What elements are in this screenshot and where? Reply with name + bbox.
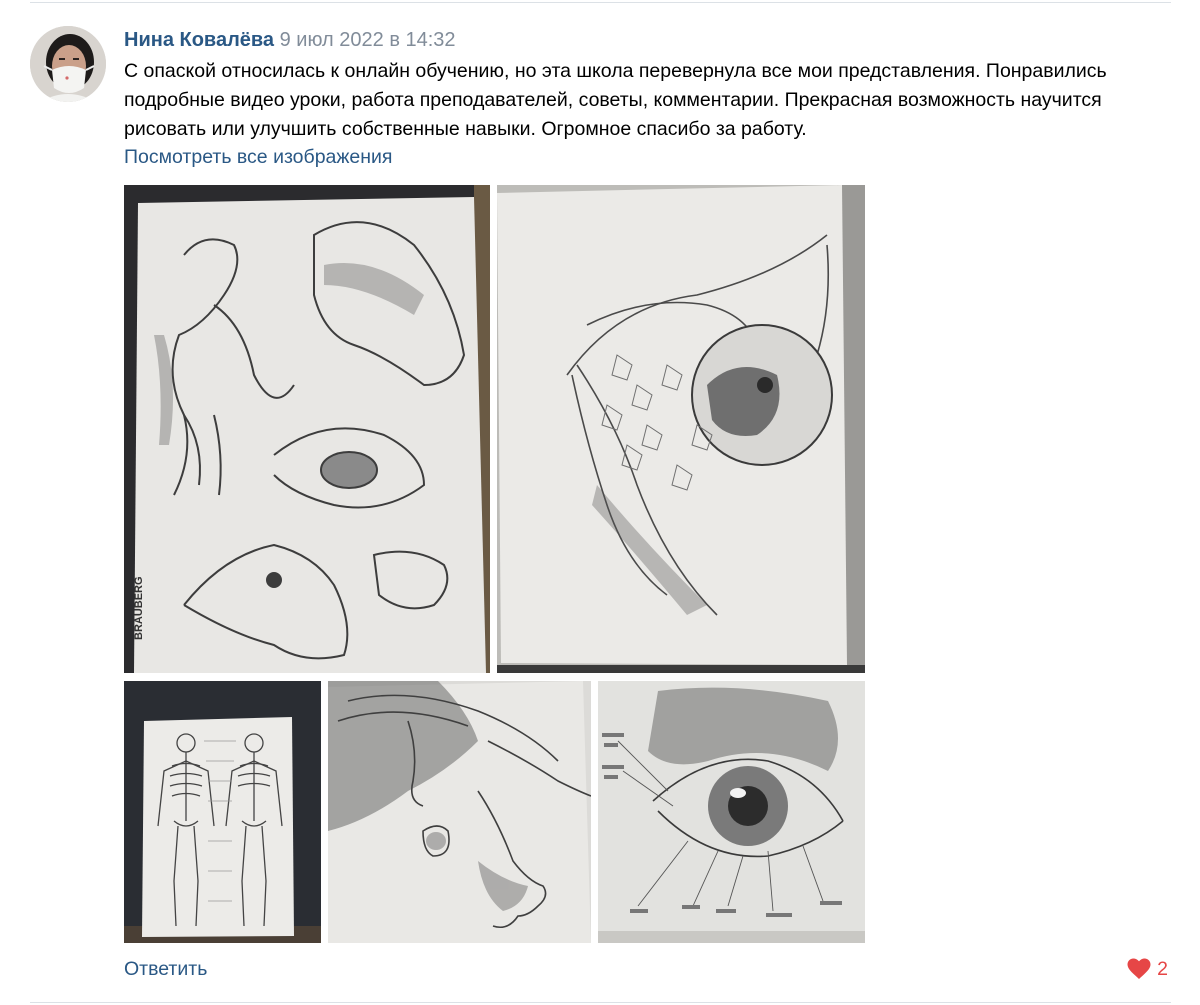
photo-horse-sketches-image: BRAUBERG [124, 185, 490, 673]
like-button[interactable]: 2 [1127, 956, 1168, 982]
top-divider [30, 2, 1171, 3]
avatar-image [30, 26, 106, 102]
photo-skeleton-anatomy[interactable] [124, 681, 321, 943]
photo-eye-study-image [598, 681, 865, 943]
reply-button[interactable]: Ответить [124, 956, 207, 982]
photo-watermark: BRAUBERG [133, 576, 145, 640]
photo-face-profile[interactable] [328, 681, 591, 943]
post-date[interactable]: 9 июл 2022 в 14:32 [280, 29, 456, 51]
comment-header: Нина Ковалёва 9 июл 2022 в 14:32 [124, 28, 456, 52]
view-all-images-link[interactable]: Посмотреть все изображения [124, 144, 393, 170]
photo-skeleton-anatomy-image [124, 681, 321, 943]
photo-face-profile-image [328, 681, 591, 943]
like-count: 2 [1157, 958, 1168, 980]
bottom-divider [30, 1002, 1171, 1003]
author-name[interactable]: Нина Ковалёва [124, 29, 274, 51]
heart-icon [1127, 958, 1151, 979]
avatar[interactable] [30, 26, 106, 102]
photo-horse-sketches[interactable]: BRAUBERG [124, 185, 490, 673]
photo-eye-study[interactable] [598, 681, 865, 943]
comment-text: С опаской относилась к онлайн обучению, … [124, 60, 1107, 140]
photo-chameleon-eye-image [497, 185, 865, 673]
photo-chameleon-eye-sketch[interactable] [497, 185, 865, 673]
